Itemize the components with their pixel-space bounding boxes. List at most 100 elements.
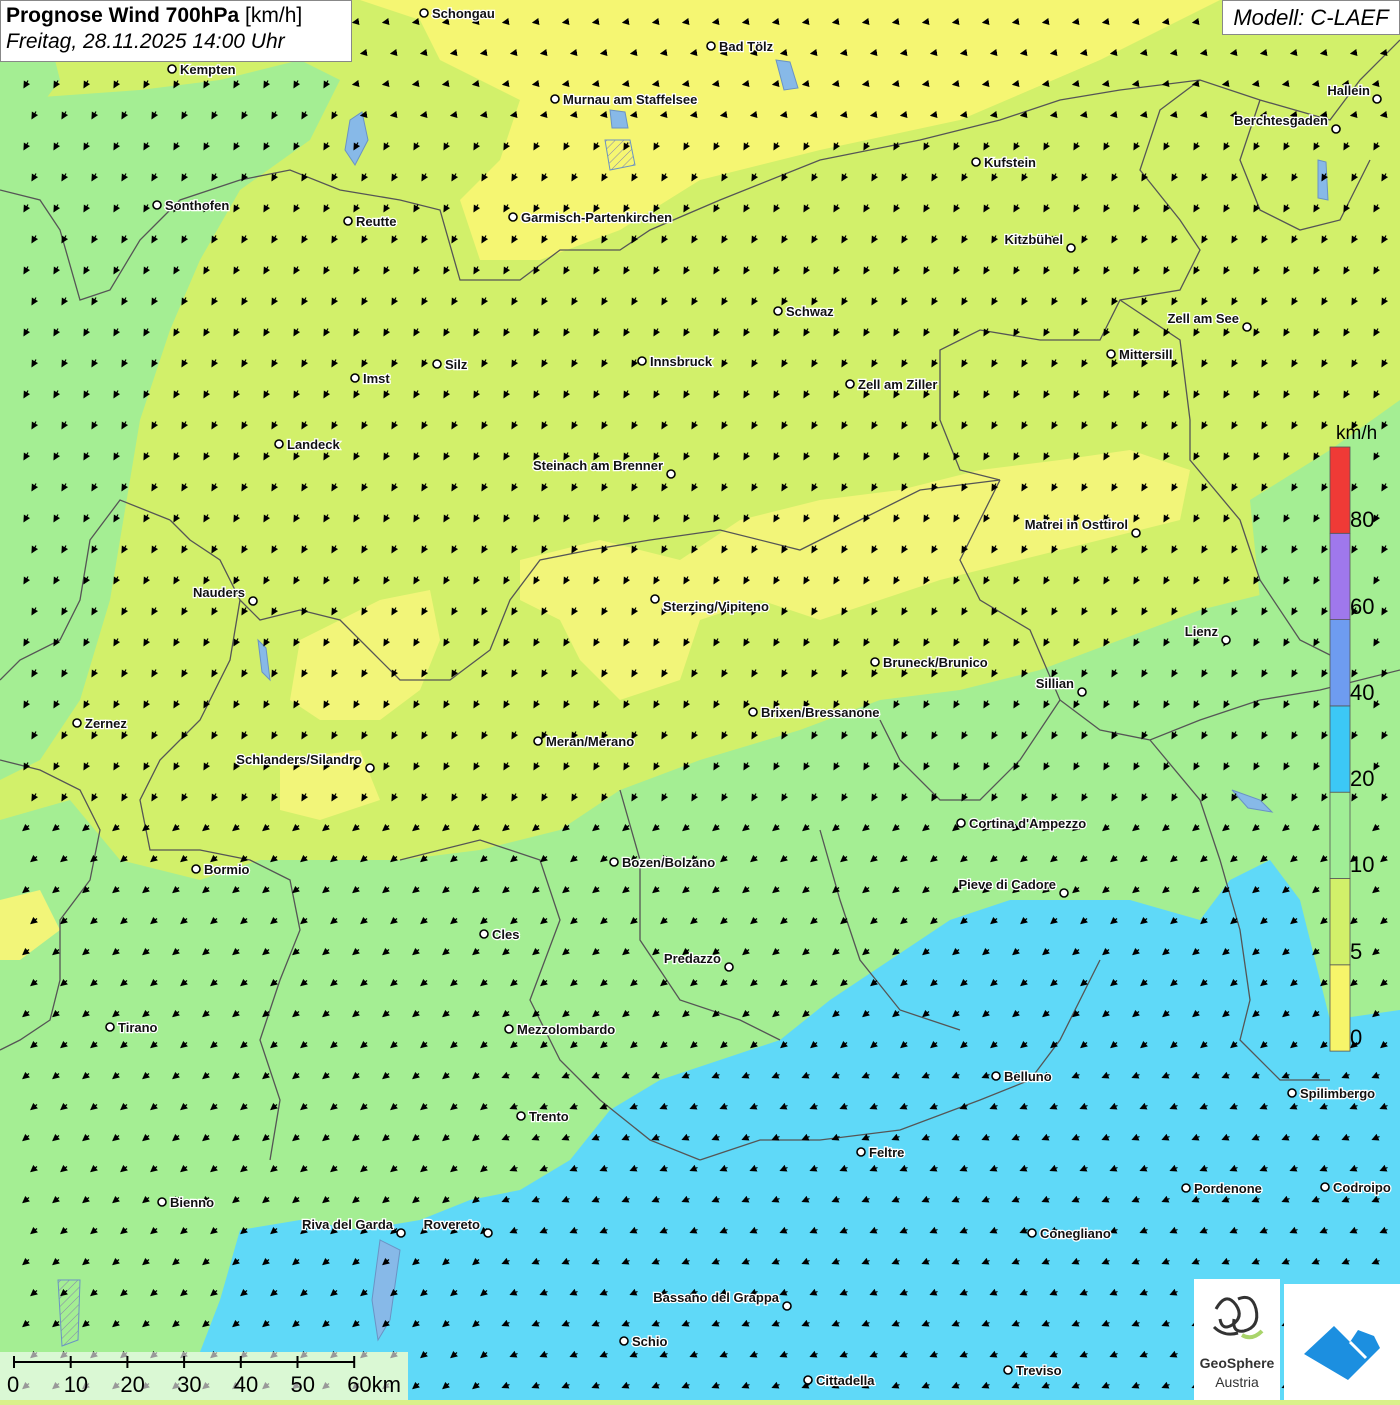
legend-color-3: [1329, 705, 1351, 793]
city-label: Sillian: [1036, 676, 1074, 691]
legend-colorbar: [1329, 446, 1351, 1052]
city-label: Cles: [492, 927, 519, 942]
city-marker[interactable]: [396, 1228, 406, 1238]
city-marker[interactable]: [845, 379, 855, 389]
city-label: Cortina d'Ampezzo: [969, 816, 1086, 831]
legend-color-2: [1329, 791, 1351, 879]
city-marker[interactable]: [1320, 1182, 1330, 1192]
wind-map[interactable]: Schongau Bad Tölz Kempten Murnau am Staffel…: [0, 0, 1400, 1400]
city-marker[interactable]: [1331, 124, 1341, 134]
city-marker[interactable]: [1106, 349, 1116, 359]
city-marker[interactable]: [432, 359, 442, 369]
city-label: Hallein: [1327, 83, 1370, 98]
city-marker[interactable]: [1221, 635, 1231, 645]
city-label: Bruneck/Brunico: [883, 655, 988, 670]
city-marker[interactable]: [167, 64, 177, 74]
city-label: Murnau am Staffelsee: [563, 92, 697, 107]
legend-label: 0: [1350, 1025, 1363, 1050]
city-marker[interactable]: [1059, 888, 1069, 898]
legend-label: 80: [1350, 507, 1375, 533]
city-marker[interactable]: [609, 857, 619, 867]
app-logo[interactable]: [1284, 1284, 1400, 1400]
city-marker[interactable]: [956, 818, 966, 828]
city-marker[interactable]: [1077, 687, 1087, 697]
city-label: Treviso: [1016, 1363, 1062, 1378]
legend-color-6: [1329, 446, 1351, 534]
city-marker[interactable]: [343, 216, 353, 226]
logo-line1: GeoSphere: [1199, 1355, 1275, 1371]
city-marker[interactable]: [748, 707, 758, 717]
legend-label: 5: [1350, 938, 1363, 964]
city-marker[interactable]: [856, 1147, 866, 1157]
city-label: Nauders: [193, 585, 245, 600]
city-marker[interactable]: [504, 1024, 514, 1034]
city-label: Sterzing/Vipiteno: [663, 599, 769, 614]
legend-color-1: [1329, 878, 1351, 966]
city-label: Cittadella: [816, 1373, 875, 1388]
city-marker[interactable]: [483, 1228, 493, 1238]
city-marker[interactable]: [1003, 1365, 1013, 1375]
city-marker[interactable]: [365, 763, 375, 773]
legend-color-0: [1329, 964, 1351, 1052]
city-label: Silz: [445, 357, 468, 372]
forecast-date: Freitag, 28.11.2025 14:00 Uhr: [6, 30, 285, 53]
geosphere-logo[interactable]: GeoSphere Austria: [1194, 1279, 1280, 1400]
legend-label: 40: [1350, 679, 1375, 705]
city-marker[interactable]: [724, 962, 734, 972]
city-label: Berchtesgaden: [1234, 113, 1328, 128]
city-marker[interactable]: [870, 657, 880, 667]
legend-label: 10: [1350, 852, 1375, 878]
city-marker[interactable]: [1287, 1088, 1297, 1098]
city-marker[interactable]: [191, 864, 201, 874]
model-label: Modell: C-LAEF: [1222, 0, 1400, 35]
city-label: Codroipo: [1333, 1180, 1391, 1195]
legend-color-4: [1329, 619, 1351, 707]
app-logo-icon: [1304, 1326, 1380, 1380]
title-bold: Prognose Wind 700hPa: [6, 4, 240, 27]
city-marker[interactable]: [516, 1111, 526, 1121]
city-label: Schongau: [432, 6, 495, 21]
city-label: Brixen/Bressanone: [761, 705, 880, 720]
city-marker[interactable]: [1027, 1228, 1037, 1238]
legend-label: 60: [1350, 593, 1375, 619]
city-label: Spilimbergo: [1300, 1086, 1375, 1101]
city-marker[interactable]: [991, 1071, 1001, 1081]
city-marker[interactable]: [72, 718, 82, 728]
city-label: Bassano del Grappa: [653, 1290, 779, 1305]
city-marker[interactable]: [1131, 528, 1141, 538]
city-label: Trento: [529, 1109, 569, 1124]
city-marker[interactable]: [706, 41, 716, 51]
city-marker[interactable]: [419, 8, 429, 18]
city-marker[interactable]: [274, 439, 284, 449]
city-label: Kempten: [180, 62, 236, 77]
title-box: Prognose Wind 700hPa [km/h] Freitag, 28.…: [0, 0, 352, 62]
city-marker[interactable]: [248, 596, 258, 606]
city-marker[interactable]: [773, 306, 783, 316]
city-marker[interactable]: [350, 373, 360, 383]
city-marker[interactable]: [650, 594, 660, 604]
city-marker[interactable]: [152, 200, 162, 210]
city-marker[interactable]: [782, 1301, 792, 1311]
city-label: Landeck: [287, 437, 341, 452]
city-label: Matrei in Osttirol: [1025, 517, 1128, 532]
city-marker[interactable]: [971, 157, 981, 167]
city-marker[interactable]: [550, 94, 560, 104]
city-marker[interactable]: [533, 736, 543, 746]
city-marker[interactable]: [803, 1375, 813, 1385]
city-marker[interactable]: [1066, 243, 1076, 253]
city-marker[interactable]: [157, 1197, 167, 1207]
city-marker[interactable]: [1372, 94, 1382, 104]
city-label: Belluno: [1004, 1069, 1052, 1084]
city-marker[interactable]: [637, 356, 647, 366]
city-marker[interactable]: [105, 1022, 115, 1032]
city-label: Kufstein: [984, 155, 1036, 170]
city-marker[interactable]: [1181, 1183, 1191, 1193]
city-label: Pordenone: [1194, 1181, 1262, 1196]
city-label: Imst: [363, 371, 390, 386]
scale-label: 50: [290, 1372, 315, 1397]
city-marker[interactable]: [619, 1336, 629, 1346]
city-marker[interactable]: [666, 469, 676, 479]
city-marker[interactable]: [508, 212, 518, 222]
city-marker[interactable]: [479, 929, 489, 939]
city-marker[interactable]: [1242, 322, 1252, 332]
